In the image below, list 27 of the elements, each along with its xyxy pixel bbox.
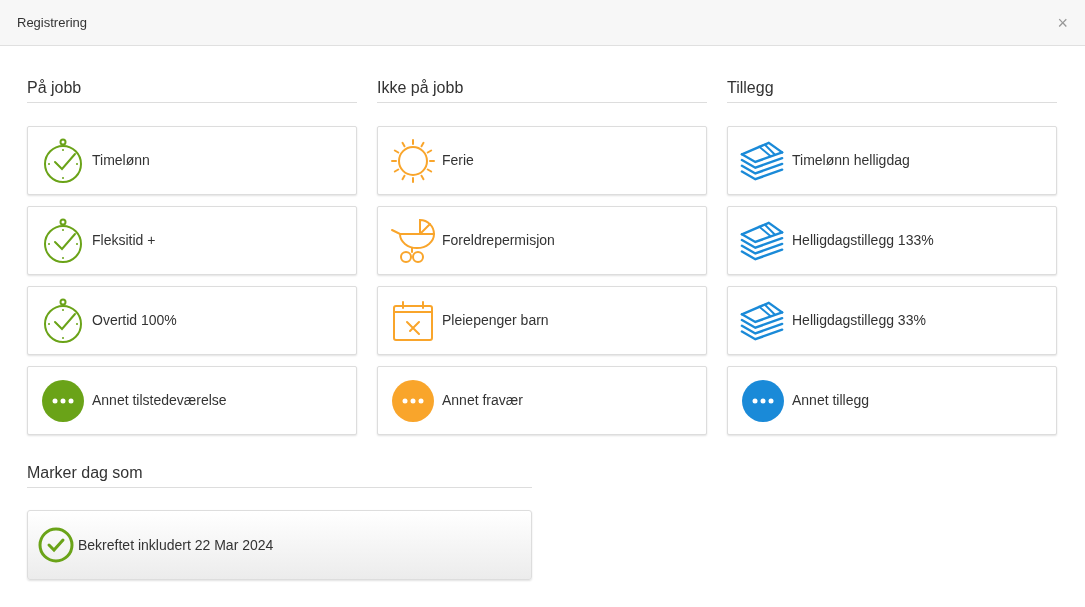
stroller-icon [390,217,436,264]
category-tile[interactable]: Ferie [377,126,707,195]
category-tile[interactable]: Helligdagstillegg 33% [727,286,1057,355]
category-tile[interactable]: Timelønn helligdag [727,126,1057,195]
stopwatch-icon [42,297,84,344]
section-heading: Ikke på jobb [377,76,707,103]
section-heading: Tillegg [727,76,1057,103]
more-icon [742,379,784,422]
category-tile[interactable]: Pleiepenger barn [377,286,707,355]
sun-icon [390,137,436,184]
category-tile[interactable]: Timelønn [27,126,357,195]
section-heading: Marker dag som [27,461,532,488]
category-tile[interactable]: Foreldrepermisjon [377,206,707,275]
category-tile[interactable]: Annet fravær [377,366,707,435]
more-icon [392,379,434,422]
confirm-day-button[interactable]: Bekreftet inkludert 22 Mar 2024 [27,510,532,580]
category-tile[interactable]: Fleksitid + [27,206,357,275]
window-title: Registrering [17,13,88,32]
category-tile[interactable]: Overtid 100% [27,286,357,355]
calendar-x-icon [392,299,434,342]
category-tile[interactable]: Helligdagstillegg 133% [727,206,1057,275]
section-heading: På jobb [27,76,357,103]
stopwatch-icon [42,137,84,184]
category-tile[interactable]: Annet tillegg [727,366,1057,435]
more-icon [42,379,84,422]
category-tile[interactable]: Annet tilstedeværelse [27,366,357,435]
stopwatch-icon [42,217,84,264]
